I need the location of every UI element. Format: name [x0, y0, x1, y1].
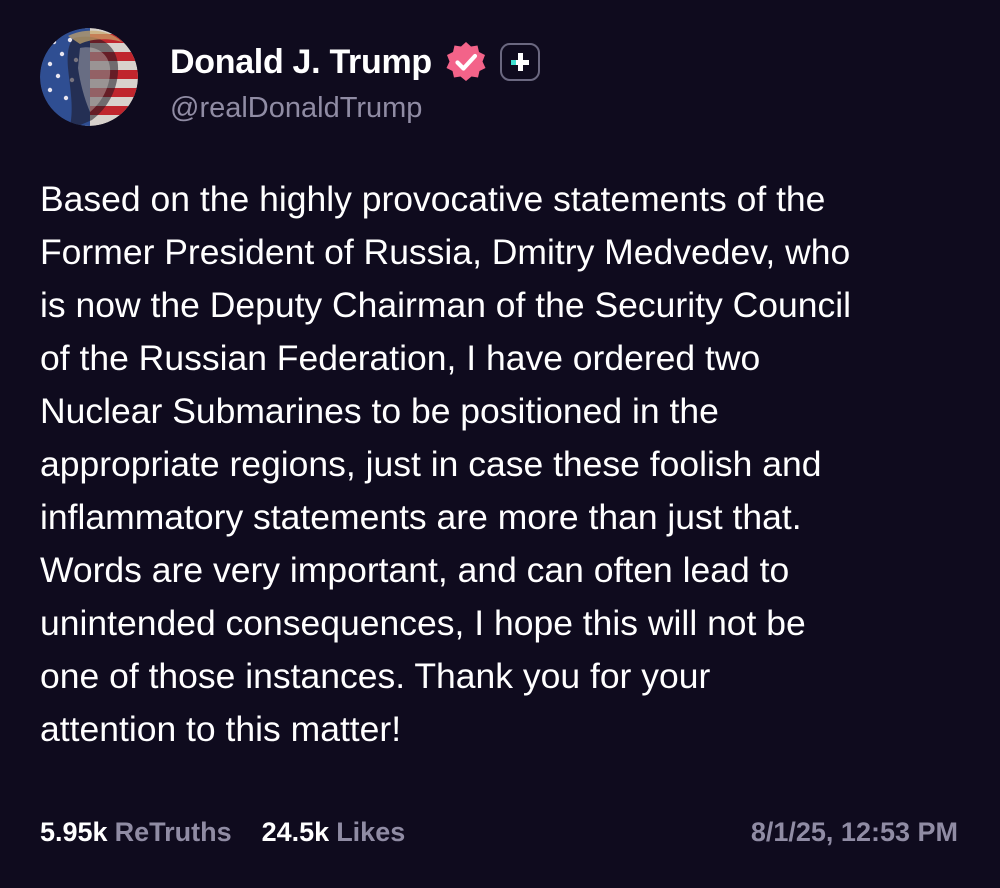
author-name-row: Donald J. Trump [170, 38, 540, 86]
post-body-line: appropriate regions, just in case these … [40, 444, 822, 484]
likes-stat[interactable]: 24.5k Likes [262, 817, 406, 848]
post-body-line: Based on the highly provocative statemen… [40, 179, 826, 219]
post-stats: 5.95k ReTruths 24.5k Likes [40, 812, 435, 852]
verified-badge-icon [444, 40, 488, 84]
post-body-line: unintended consequences, I hope this wil… [40, 603, 806, 643]
retruths-stat[interactable]: 5.95k ReTruths [40, 817, 232, 848]
author-display-name[interactable]: Donald J. Trump [170, 43, 432, 82]
post-body-line: Former President of Russia, Dmitry Medve… [40, 232, 851, 272]
avatar[interactable] [40, 28, 138, 126]
avatar-image [40, 28, 138, 126]
likes-label: Likes [336, 816, 406, 847]
post-body-line: one of those instances. Thank you for yo… [40, 656, 711, 696]
post-body-line: Words are very important, and can often … [40, 550, 790, 590]
plus-badge-icon [499, 43, 540, 81]
post-body-line: inflammatory statements are more than ju… [40, 497, 802, 537]
retruths-count: 5.95k [40, 816, 108, 847]
author-handle[interactable]: @realDonaldTrump [170, 92, 422, 125]
post-body-line: is now the Deputy Chairman of the Securi… [40, 285, 851, 325]
post-body-line: attention to this matter! [40, 709, 402, 749]
post-body: Based on the highly provocative statemen… [40, 173, 970, 756]
post-body-line: Nuclear Submarines to be positioned in t… [40, 391, 719, 431]
post-timestamp[interactable]: 8/1/25, 12:53 PM [751, 812, 958, 852]
truth-post: Donald J. Trump @realDonaldTrump Based o… [0, 0, 1000, 888]
likes-count: 24.5k [261, 816, 330, 847]
retruths-label: ReTruths [114, 816, 232, 847]
post-body-line: of the Russian Federation, I have ordere… [40, 338, 761, 378]
